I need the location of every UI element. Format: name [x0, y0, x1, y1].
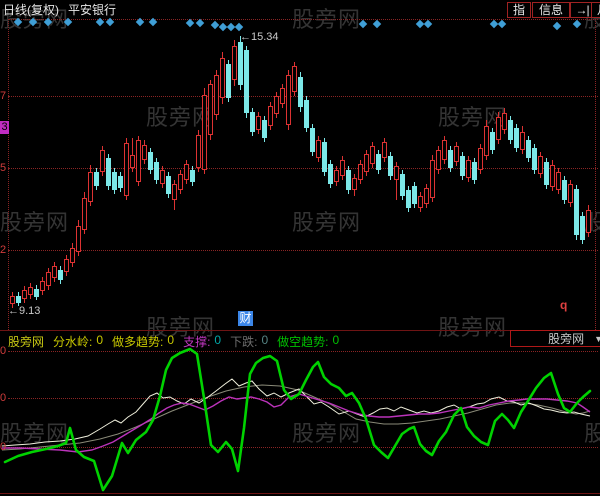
price-axis-digit: 5 — [0, 162, 7, 174]
indicator-header-item: 股旁网 — [8, 333, 44, 350]
indicator-header-item: 下跌: 0 — [230, 333, 268, 350]
green-trend-line — [3, 347, 592, 492]
price-tag-magenta: 3 — [0, 121, 9, 134]
indicator-header-item: 做多趋势: 0 — [112, 333, 174, 350]
magenta-trend-line — [2, 393, 591, 453]
indicator-label: 支撑: — [183, 335, 211, 349]
indicator-label: 股旁网 — [8, 335, 45, 349]
high-price-label: ←15.34 — [240, 31, 279, 43]
indicator-label: 做空趋势: — [277, 335, 329, 349]
indicator-axis-digit: 0 — [0, 441, 7, 453]
indicator-label: 下跌: — [230, 335, 258, 349]
indicator-dropdown[interactable]: 股旁网 ▼ — [510, 330, 600, 347]
app-window: 股旁网股旁网股旁网股旁网股旁网股旁网股旁网股旁网股旁网股旁网股旁网股旁网股旁网 … — [0, 0, 600, 496]
indicator-value: 0 — [214, 333, 222, 347]
indicator-value: 0 — [167, 333, 175, 347]
indicator-label: 分水岭: — [53, 335, 93, 349]
indicator-axis-digit: 0 — [0, 345, 7, 357]
cai-marker-badge: 财 — [238, 311, 253, 326]
indicator-header-item: 做空趋势: 0 — [277, 333, 339, 350]
chevron-down-icon: ▼ — [594, 333, 600, 344]
bottom-border — [0, 493, 600, 494]
title-bar: 日线(复权) 平安银行 — [3, 1, 125, 18]
period-label: 日线(复权) — [3, 3, 59, 17]
indicator-label: 做多趋势: — [112, 335, 164, 349]
dropdown-label: 股旁网 — [548, 332, 585, 346]
indicator-value: 0 — [261, 333, 269, 347]
indicator-button[interactable]: 指 — [507, 2, 531, 18]
indicator-axis-digit: 0 — [0, 392, 7, 404]
stock-name: 平安银行 — [68, 3, 117, 17]
indicator-header-item: 支撑: 0 — [183, 333, 221, 350]
indicator-value: 0 — [96, 333, 104, 347]
info-button[interactable]: 信息 — [532, 2, 570, 18]
indicator-lines — [1, 347, 592, 492]
price-axis-digit: 2 — [0, 244, 7, 256]
indicator-value: 0 — [332, 333, 340, 347]
month-button[interactable]: 月 — [591, 2, 600, 18]
price-axis-digit: 7 — [0, 90, 7, 102]
indicator-header: 股旁网 分水岭: 0 做多趋势: 0 支撑: 0 下跌: 0 做空趋势: 0 — [8, 333, 339, 350]
q-marker: q — [560, 298, 568, 312]
indicator-header-item: 分水岭: 0 — [53, 333, 103, 350]
low-price-label: ←9.13 — [8, 305, 41, 317]
